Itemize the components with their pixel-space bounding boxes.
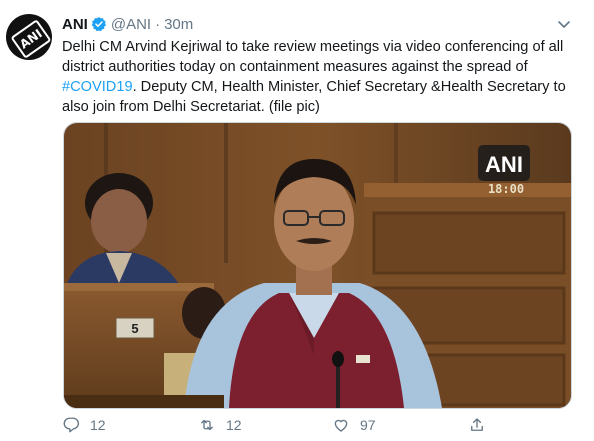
retweet-button[interactable]: 12 <box>198 416 242 434</box>
tweet-text: Delhi CM Arvind Kejriwal to take review … <box>62 37 582 117</box>
header-separator: · <box>155 15 161 33</box>
media-photo: 5 ANI 18:00 <box>64 123 571 408</box>
broadcast-timestamp: 18:00 <box>488 182 524 196</box>
ani-logo: ANI <box>10 19 52 59</box>
like-icon <box>334 419 348 432</box>
tweet-timestamp[interactable]: 30m <box>164 16 193 33</box>
reply-button[interactable]: 12 <box>62 416 106 434</box>
tweet-actions: 12 12 97 <box>62 416 542 440</box>
tweet-card[interactable]: ANI ANI @ANI · 30m Delhi CM Arvind Kejri… <box>0 0 594 441</box>
chevron-down-icon[interactable] <box>556 16 572 32</box>
author-handle[interactable]: @ANI <box>111 16 151 33</box>
tweet-media[interactable]: 5 ANI 18:00 <box>63 122 572 409</box>
desk-number-plate: 5 <box>131 321 138 336</box>
like-button[interactable]: 97 <box>332 416 376 434</box>
verified-badge-icon <box>91 17 106 32</box>
share-icon <box>471 418 483 431</box>
retweet-icon <box>201 419 213 431</box>
tweet-header: ANI @ANI · 30m <box>62 14 193 34</box>
reply-icon <box>63 417 80 433</box>
hashtag-link[interactable]: #COVID19 <box>62 79 133 95</box>
tweet-text-start: Delhi CM Arvind Kejriwal to take review … <box>62 39 564 75</box>
author-avatar[interactable]: ANI <box>6 14 52 60</box>
tweet-text-end: . Deputy CM, Health Minister, Chief Secr… <box>62 79 566 115</box>
retweet-count: 12 <box>226 417 242 433</box>
share-button[interactable] <box>468 416 496 434</box>
like-count: 97 <box>360 417 376 433</box>
reply-count: 12 <box>90 417 106 433</box>
ani-watermark: ANI <box>485 152 523 177</box>
author-name[interactable]: ANI <box>62 16 88 33</box>
